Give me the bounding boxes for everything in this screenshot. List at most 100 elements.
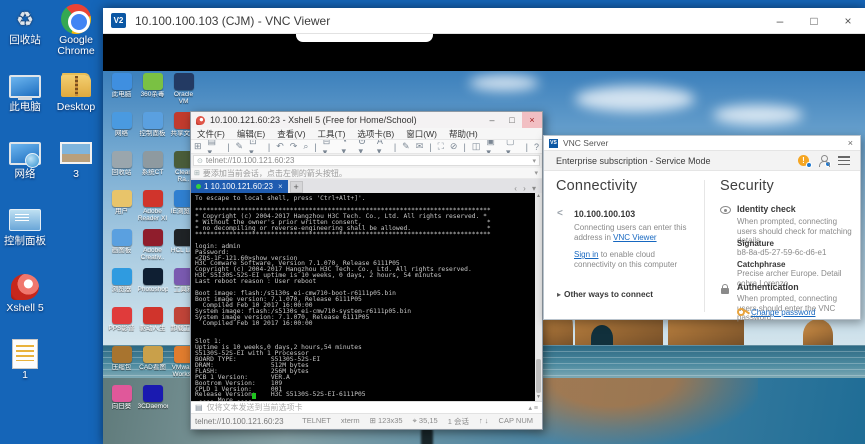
desktop-icon[interactable]: 网络 <box>0 138 50 205</box>
toolbar-icon[interactable]: | <box>224 142 232 152</box>
terminal[interactable]: To escape to local shell, press 'Ctrl+Al… <box>191 193 542 401</box>
desktop-icon[interactable]: Google Chrome <box>48 4 104 71</box>
vnc-toolbar-tab[interactable] <box>296 34 433 42</box>
toolbar-icon[interactable]: ✎ <box>399 141 413 152</box>
remote-desktop-icon[interactable]: Photoshop <box>137 268 168 307</box>
toolbar-icon[interactable]: A ▾ <box>374 140 391 154</box>
remote-desktop-icon[interactable]: 压缩包 <box>106 346 137 385</box>
hamburger-menu-icon[interactable] <box>838 156 850 165</box>
vnc-viewer-titlebar[interactable]: V2 10.100.100.103 (CJM) - VNC Viewer – □… <box>103 8 865 34</box>
toolbar-icon[interactable]: ↶ <box>273 141 287 152</box>
tab-close-icon[interactable]: × <box>278 182 283 191</box>
minimize-button[interactable]: – <box>482 112 502 128</box>
toolbar-icon[interactable]: ✎ <box>233 141 247 152</box>
desktop-icon[interactable]: ♻ 回收站 <box>0 4 50 71</box>
remote-desktop-icon[interactable]: 3CDaemon <box>137 385 168 424</box>
toolbar-icon[interactable]: ▢ ▾ <box>503 140 523 154</box>
vnc-server-titlebar[interactable]: VS VNC Server × <box>544 136 860 150</box>
toolbar-icon[interactable]: ⊞ <box>191 141 205 152</box>
change-password-link[interactable]: Change password <box>751 308 815 318</box>
remote-desktop-icon[interactable]: Adobe Creativ.. <box>137 229 168 268</box>
remote-desktop-icon[interactable]: Adobe Reader XI <box>137 190 168 229</box>
remote-desktop-icon[interactable]: 驱动人生 <box>137 307 168 346</box>
toolbar-icon[interactable]: ? <box>531 142 542 152</box>
authentication-title: Authentication <box>737 282 799 292</box>
remote-desktop-icon[interactable]: 回收站 <box>106 151 137 190</box>
toolbar-icon[interactable]: | <box>311 142 319 152</box>
remote-desktop-icon[interactable]: 用户 <box>106 190 137 229</box>
sign-in-link[interactable]: Sign in <box>574 250 598 259</box>
menu-item[interactable]: 选项卡(B) <box>351 128 400 140</box>
menu-item[interactable]: 编辑(E) <box>231 128 271 140</box>
toolbar-icon[interactable]: Θ ▾ <box>355 140 373 154</box>
xshell-compose-bar[interactable]: ▤ 仅将文本发送到当前选项卡 ▴ ≡ <box>191 401 542 413</box>
new-tab-button[interactable]: + <box>290 181 303 193</box>
toolbar-icon[interactable]: ⌕ <box>300 141 311 152</box>
vnc-viewer-link[interactable]: VNC Viewer <box>613 233 656 242</box>
menu-item[interactable]: 工具(T) <box>312 128 352 140</box>
toolbar-icon[interactable]: | <box>265 142 273 152</box>
desktop-icon[interactable]: 1 <box>0 339 50 406</box>
chevron-down-icon[interactable]: ▾ <box>532 157 536 165</box>
toolbar-icon[interactable]: ▣ ▾ <box>483 140 503 154</box>
xshell-titlebar[interactable]: 10.100.121.60:23 - Xshell 5 (Free for Ho… <box>191 112 542 128</box>
toolbar-icon[interactable]: | <box>426 142 434 152</box>
remote-desktop-icon[interactable]: 画图板 <box>106 229 137 268</box>
close-button[interactable]: × <box>831 8 865 33</box>
toolbar-icon[interactable]: ◔ ▾ <box>339 140 356 154</box>
toolbar-icon[interactable]: | <box>523 142 531 152</box>
terminal-scrollbar[interactable]: ▲ ▼ <box>535 193 542 401</box>
desktop-icon-image <box>60 71 92 101</box>
scrollbar-thumb[interactable] <box>536 359 541 393</box>
remote-desktop-icon[interactable]: 网络 <box>106 112 137 151</box>
toolbar-icon[interactable]: ▤ ▾ <box>205 140 225 154</box>
alert-icon[interactable]: ! <box>798 155 809 166</box>
toolbar-icon[interactable]: ◫ <box>469 141 484 152</box>
user-icon[interactable] <box>818 155 829 166</box>
desktop-icon[interactable]: 控制面板 <box>0 205 50 272</box>
toolbar-icon[interactable]: | <box>391 142 399 152</box>
close-icon[interactable]: × <box>848 138 853 148</box>
close-button[interactable]: × <box>522 112 542 128</box>
desktop-icon[interactable]: Xshell 5 <box>0 272 50 339</box>
toolbar-icon[interactable]: ⛶ <box>435 141 447 152</box>
menu-item[interactable]: 文件(F) <box>191 128 231 140</box>
remote-desktop-icon[interactable]: 系统CT <box>137 151 168 190</box>
remote-icon-image <box>112 307 132 324</box>
desktop-icon[interactable]: 3 <box>48 138 104 205</box>
menu-item[interactable]: 窗口(W) <box>400 128 443 140</box>
compose-placeholder[interactable]: 仅将文本发送到当前选项卡 <box>207 402 303 413</box>
remote-desktop-icon[interactable]: 此电脑 <box>106 73 137 112</box>
session-tab[interactable]: 1 10.100.121.60:23 × <box>191 180 288 193</box>
toolbar-icon[interactable]: ✉ <box>413 141 427 152</box>
remote-desktop-icon[interactable]: 向日葵 <box>106 385 137 424</box>
xshell-address-bar[interactable]: ⊙ telnet://10.100.121.60:23 ▾ <box>193 155 540 166</box>
remote-desktop[interactable]: 此电脑 360杀毒 Oracle VM VirtualBox 网 <box>103 71 865 444</box>
remote-desktop-icon[interactable]: 浏览器 <box>106 268 137 307</box>
compose-options-icons[interactable]: ▴ ≡ <box>528 404 538 412</box>
menu-item[interactable]: 帮助(H) <box>443 128 484 140</box>
address-value[interactable]: telnet://10.100.121.60:23 <box>206 156 295 165</box>
toolbar-icon[interactable]: ⊟ ▾ <box>320 140 339 154</box>
add-session-icon[interactable]: ⊞ <box>194 169 200 177</box>
scroll-up-icon[interactable]: ▲ <box>535 193 542 200</box>
scroll-down-icon[interactable]: ▼ <box>535 394 542 401</box>
maximize-button[interactable]: □ <box>797 8 831 33</box>
desktop-icon[interactable]: Desktop <box>48 71 104 138</box>
other-ways-row[interactable]: ▸Other ways to connect <box>557 284 653 302</box>
toolbar-icon[interactable]: | <box>460 142 468 152</box>
menu-item[interactable]: 查看(V) <box>271 128 311 140</box>
remote-desktop-icon[interactable]: 360杀毒 <box>137 73 168 112</box>
remote-desktop-icon[interactable]: Oracle VM VirtualBox <box>168 73 199 112</box>
chevron-down-icon[interactable]: ▾ <box>534 169 538 177</box>
toolbar-icon[interactable]: ⊘ <box>447 141 461 152</box>
toolbar-icon[interactable]: ⊡ ▾ <box>246 140 265 154</box>
tab-nav-arrows[interactable]: ‹ › ▾ <box>514 184 538 193</box>
remote-desktop-icon[interactable]: 控制面板 <box>137 112 168 151</box>
toolbar-icon[interactable]: ↷ <box>287 141 301 152</box>
desktop-icon[interactable]: 此电脑 <box>0 71 50 138</box>
remote-desktop-icon[interactable]: CAD看图 <box>137 346 168 385</box>
maximize-button[interactable]: □ <box>502 112 522 128</box>
remote-desktop-icon[interactable]: PPS影音 <box>106 307 137 346</box>
minimize-button[interactable]: – <box>763 8 797 33</box>
